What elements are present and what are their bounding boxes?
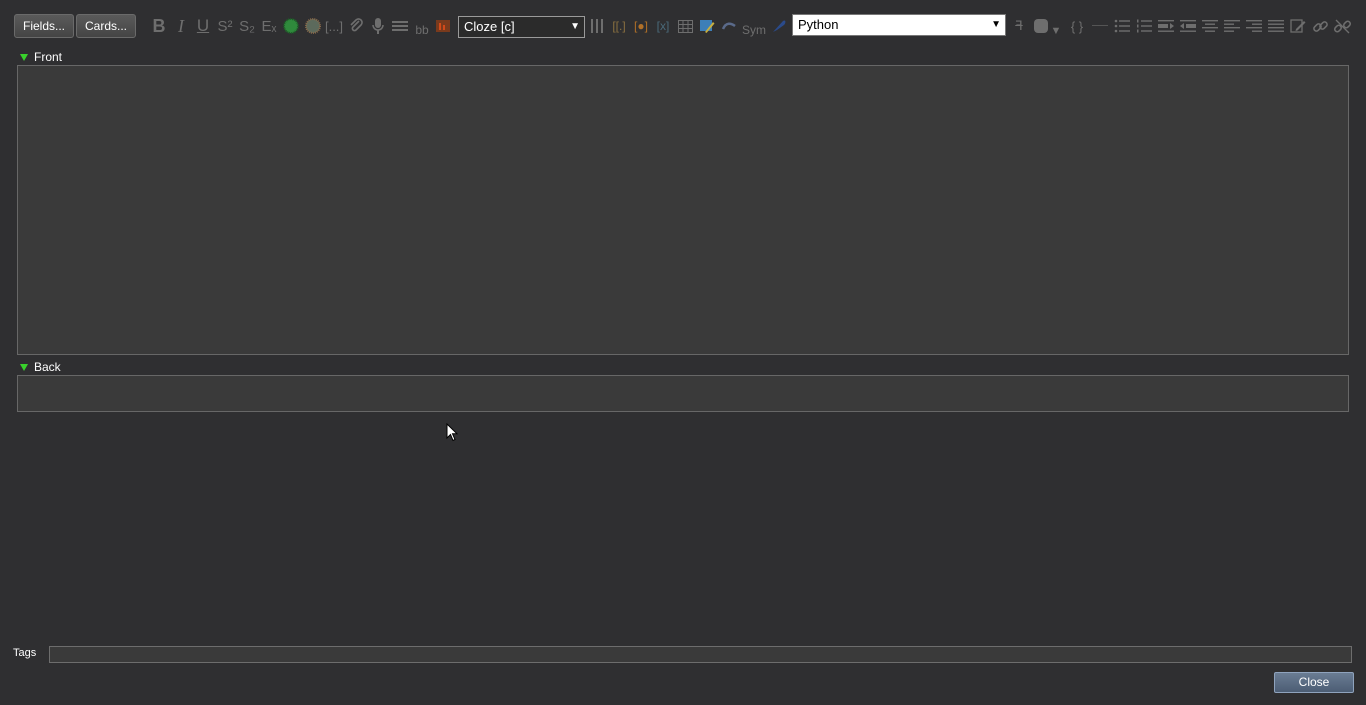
horizontal-rule-button[interactable] [1090,15,1110,37]
edit-image-button[interactable] [697,15,717,37]
cloze-hint-button[interactable]: [●] [631,15,651,37]
background-color-button[interactable] [1031,15,1051,37]
clear-formatting-button[interactable]: Eₓ [259,15,279,37]
teal-bracket-icon: [x] [656,19,670,33]
align-left-icon [1224,20,1240,32]
edit-html-button[interactable] [1288,15,1308,37]
color-dropdown-button[interactable]: ▼ [1049,20,1063,42]
link-icon [1312,20,1328,32]
paperclip-icon [350,18,363,32]
cloze-remove-button[interactable]: [x] [653,15,673,37]
field-label-back[interactable]: Back [20,359,61,375]
more-button[interactable] [390,15,410,37]
bb-icon: bb [415,23,429,37]
unlink-icon [1333,19,1351,33]
align-center-icon [1202,20,1218,32]
cloze-type-value: Cloze [c] [464,19,515,34]
bold-button[interactable]: B [149,15,169,37]
image-edit-icon [700,20,715,33]
vertical-bars-icon [591,19,603,33]
image-occlusion-button[interactable] [433,15,453,37]
strikethrough-icon: ꟻ [1015,18,1023,33]
chevron-down-icon: ▼ [1050,25,1062,37]
collapse-arrow-icon [20,54,28,61]
link-button[interactable] [1310,15,1330,37]
align-center-button[interactable] [1200,15,1220,37]
superscript-button[interactable]: S² [215,15,235,37]
unordered-list-button[interactable] [1112,15,1132,37]
field-label-front[interactable]: Front [20,49,62,65]
justify-button[interactable] [1266,15,1286,37]
cloze-type-select[interactable]: Cloze [c] ▼ [458,16,585,38]
language-value: Python [798,17,839,32]
horizontal-rule-icon [1092,25,1108,26]
symbol-button[interactable]: Sym [742,19,766,41]
orange-bracket-icon: [●] [634,19,648,33]
record-audio-button[interactable] [368,15,388,37]
color-swatch-icon [1034,19,1048,33]
attach-button[interactable] [346,15,366,37]
outdent-icon [1180,20,1196,32]
table-button[interactable] [675,15,695,37]
sym-icon: Sym [742,23,766,37]
text-color-icon [283,18,299,34]
bracket-icon: [[.] [612,19,626,33]
bb-button[interactable]: bb [412,19,432,41]
clear-formatting-icon: Eₓ [261,17,277,35]
editor-toolbar: Fields... Cards... B I U S² S₂ Eₓ [...] … [0,0,1366,48]
unlink-button[interactable] [1332,15,1352,37]
tags-label: Tags [13,647,37,659]
strikethrough-button[interactable]: ꟻ [1009,15,1029,37]
chevron-down-icon: ▼ [991,19,1001,30]
braces-icon: { } [1070,18,1084,34]
menu-lines-icon [392,21,408,31]
underline-icon: U [196,16,210,35]
text-color-button[interactable] [281,15,301,37]
italic-button[interactable]: I [171,15,191,37]
language-select[interactable]: Python ▼ [792,14,1006,36]
align-right-icon [1246,20,1262,32]
cloze-button[interactable]: [...] [324,15,344,37]
highlight-color-button[interactable] [303,15,323,37]
field-name: Back [34,360,61,374]
image-block-icon [436,20,450,32]
code-highlight-button[interactable] [769,15,789,37]
superscript-icon: S² [217,17,233,35]
feather-icon [773,20,786,32]
collapse-arrow-icon [20,364,28,371]
align-left-button[interactable] [1222,15,1242,37]
justify-icon [1268,20,1284,32]
edit-icon [1290,19,1306,33]
highlight-color-icon [305,18,321,34]
field-name: Front [34,50,63,64]
subscript-icon: S₂ [239,17,255,35]
underline-button[interactable]: U [193,15,213,37]
cloze-same-button[interactable]: [[.] [609,15,629,37]
wand-icon [721,22,736,30]
wand-button[interactable] [719,15,739,37]
indent-icon [1158,20,1174,32]
chevron-down-icon: ▼ [570,21,580,32]
cards-button[interactable]: Cards... [76,14,136,38]
close-button[interactable]: Close [1274,672,1354,693]
italic-icon: I [178,15,184,36]
back-field-editor[interactable] [17,375,1349,412]
cloze-icon: [...] [324,18,344,34]
tags-input[interactable] [49,646,1352,663]
front-field-editor[interactable] [17,65,1349,355]
numbered-list-icon [1137,19,1152,33]
table-icon [677,19,693,33]
subscript-button[interactable]: S₂ [237,15,257,37]
column-button[interactable] [587,15,607,37]
outdent-button[interactable] [1178,15,1198,37]
code-block-button[interactable]: { } [1067,15,1087,37]
microphone-icon [372,18,384,34]
bullet-list-icon [1114,19,1130,33]
ordered-list-button[interactable] [1134,15,1154,37]
mouse-pointer-icon [446,422,459,445]
fields-button[interactable]: Fields... [14,14,74,38]
bold-icon: B [152,15,166,36]
indent-button[interactable] [1156,15,1176,37]
align-right-button[interactable] [1244,15,1264,37]
